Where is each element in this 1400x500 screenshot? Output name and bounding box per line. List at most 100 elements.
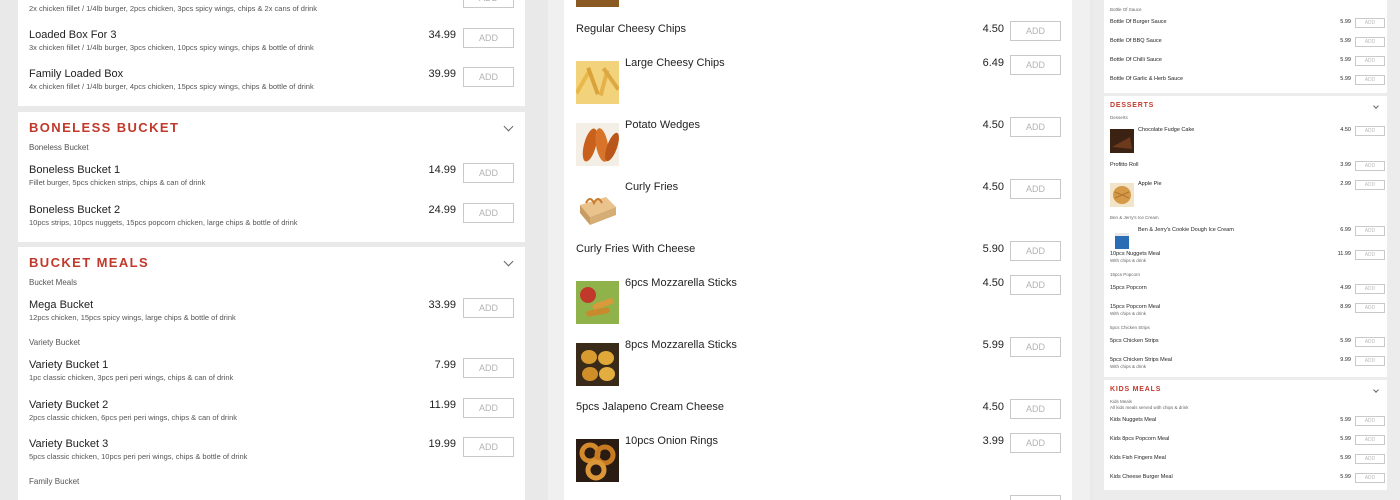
item-price: 5.99 xyxy=(1340,417,1351,423)
add-button[interactable]: ADD xyxy=(1355,454,1385,464)
subcategory-label: 15pcs Popcorn xyxy=(1110,272,1141,277)
item-price: 19.99 xyxy=(428,438,456,450)
add-button[interactable]: ADD xyxy=(1355,56,1385,66)
add-button[interactable]: ADD xyxy=(463,0,514,8)
add-button[interactable]: ADD xyxy=(1355,356,1385,366)
item-price: 5.99 xyxy=(1340,19,1351,25)
item-price: 24.99 xyxy=(428,204,456,216)
food-image xyxy=(576,0,619,7)
chevron-down-icon[interactable] xyxy=(503,256,514,267)
item-price: 3.99 xyxy=(1340,162,1351,168)
add-button[interactable]: ADD xyxy=(1355,75,1385,85)
item-price: 4.50 xyxy=(982,181,1004,193)
add-button[interactable]: ADD xyxy=(463,163,514,183)
kids-meals-panel: KIDS MEALS Kids Meals All kids meals ser… xyxy=(1104,380,1387,490)
add-button[interactable]: ADD xyxy=(1010,495,1061,500)
item-name: 5pcs Chicken Strips Meal xyxy=(1110,357,1173,363)
add-button[interactable]: ADD xyxy=(1355,303,1385,313)
item-description: 2x chicken fillet / 1/4lb burger, 2pcs c… xyxy=(29,4,318,13)
item-description: 4x chicken fillet / 1/4lb burger, 4pcs c… xyxy=(29,82,314,91)
item-name: Regular Cheesy Chips xyxy=(576,23,687,35)
add-button[interactable]: ADD xyxy=(1010,275,1061,295)
add-button[interactable]: ADD xyxy=(1010,117,1061,137)
add-button[interactable]: ADD xyxy=(1010,179,1061,199)
add-button[interactable]: ADD xyxy=(463,67,514,87)
item-name: 15pcs Popcorn Meal xyxy=(1110,304,1161,310)
add-button[interactable]: ADD xyxy=(1010,55,1061,75)
item-price: 4.50 xyxy=(982,23,1004,35)
chevron-down-icon[interactable] xyxy=(1373,387,1379,393)
food-image xyxy=(1110,183,1134,207)
item-name: Bottle Of Garlic & Herb Sauce xyxy=(1110,76,1184,82)
food-image xyxy=(576,343,619,386)
item-name: 6pcs Mozzarella Sticks xyxy=(625,277,737,289)
item-description: 12pcs chicken, 15pcs spicy wings, large … xyxy=(29,313,236,322)
add-button[interactable]: ADD xyxy=(1010,21,1061,41)
subcategory-label: 5pcs Chicken Strips xyxy=(1110,325,1150,330)
item-price: 5.90 xyxy=(982,243,1004,255)
category-title[interactable]: BUCKET MEALS xyxy=(29,255,149,270)
add-button[interactable]: ADD xyxy=(463,203,514,223)
add-button[interactable]: ADD xyxy=(1355,250,1385,260)
add-button[interactable]: ADD xyxy=(463,358,514,378)
add-button[interactable]: ADD xyxy=(1355,435,1385,445)
add-button[interactable]: ADD xyxy=(463,398,514,418)
food-image xyxy=(1110,229,1134,253)
item-name: Large Cheesy Chips xyxy=(625,57,725,69)
item-price: 5.99 xyxy=(1340,455,1351,461)
add-button[interactable]: ADD xyxy=(1355,284,1385,294)
item-description: With chips & drink xyxy=(1110,311,1147,316)
item-price: 7.99 xyxy=(434,359,456,371)
category-title[interactable]: DESSERTS xyxy=(1110,102,1154,109)
add-button[interactable]: ADD xyxy=(1010,399,1061,419)
item-name: Profitto Roll xyxy=(1110,162,1139,168)
item-name: 10pcs Nuggets Meal xyxy=(1110,251,1161,257)
item-price: 5.99 xyxy=(1340,474,1351,480)
add-button[interactable]: ADD xyxy=(1355,180,1385,190)
add-button[interactable]: ADD xyxy=(1355,473,1385,483)
item-price: 5.99 xyxy=(1340,436,1351,442)
item-name: Bottle Of BBQ Sauce xyxy=(1110,38,1162,44)
desserts-panel: DESSERTS Desserts Chocolate Fudge Cake 4… xyxy=(1104,96,1387,377)
item-price: 5.99 xyxy=(1340,57,1351,63)
subcategory-label: Boneless Bucket xyxy=(29,143,89,152)
chevron-down-icon[interactable] xyxy=(503,121,514,132)
sides-panel: Regular Cheesy Chips 4.50 ADD Large Chee… xyxy=(564,0,1072,500)
add-button[interactable]: ADD xyxy=(1010,433,1061,453)
item-price: 4.99 xyxy=(1340,285,1351,291)
add-button[interactable]: ADD xyxy=(1355,18,1385,28)
item-price: 4.50 xyxy=(982,119,1004,131)
item-name: Ben & Jerry's Cookie Dough Ice Cream xyxy=(1138,227,1234,233)
item-price: 5.99 xyxy=(1340,338,1351,344)
menu-column-left: 2x chicken fillet / 1/4lb burger, 2pcs c… xyxy=(0,0,543,500)
add-button[interactable]: ADD xyxy=(1355,126,1385,136)
add-button[interactable]: ADD xyxy=(463,298,514,318)
subcategory-label: Desserts xyxy=(1110,115,1128,120)
item-price: 33.99 xyxy=(428,299,456,311)
add-button[interactable]: ADD xyxy=(1010,337,1061,357)
item-description: Fillet burger, 5pcs chicken strips, chip… xyxy=(29,178,206,187)
item-price: 14.99 xyxy=(428,164,456,176)
item-price: 5.99 xyxy=(1340,38,1351,44)
add-button[interactable]: ADD xyxy=(1355,226,1385,236)
add-button[interactable]: ADD xyxy=(1355,337,1385,347)
menu-column-middle: Regular Cheesy Chips 4.50 ADD Large Chee… xyxy=(548,0,1090,500)
add-button[interactable]: ADD xyxy=(1355,37,1385,47)
category-title[interactable]: BONELESS BUCKET xyxy=(29,120,179,135)
add-button[interactable]: ADD xyxy=(463,437,514,457)
add-button[interactable]: ADD xyxy=(1355,416,1385,426)
add-button[interactable]: ADD xyxy=(1010,241,1061,261)
subcategory-label: Kids Meals xyxy=(1110,399,1133,404)
item-name: Chocolate Fudge Cake xyxy=(1138,127,1195,133)
item-name: Bottle Of Burger Sauce xyxy=(1110,19,1167,25)
subcategory-label: Ben & Jerry's Ice Cream xyxy=(1110,215,1159,220)
item-name: Variety Bucket 1 xyxy=(29,359,109,371)
item-price: 39.99 xyxy=(428,68,456,80)
item-description: With chips & drink xyxy=(1110,258,1147,263)
add-button[interactable]: ADD xyxy=(1355,161,1385,171)
chevron-down-icon[interactable] xyxy=(1373,103,1379,109)
item-price: 4.50 xyxy=(982,277,1004,289)
category-title[interactable]: KIDS MEALS xyxy=(1110,386,1161,393)
food-image xyxy=(576,281,619,324)
add-button[interactable]: ADD xyxy=(463,28,514,48)
